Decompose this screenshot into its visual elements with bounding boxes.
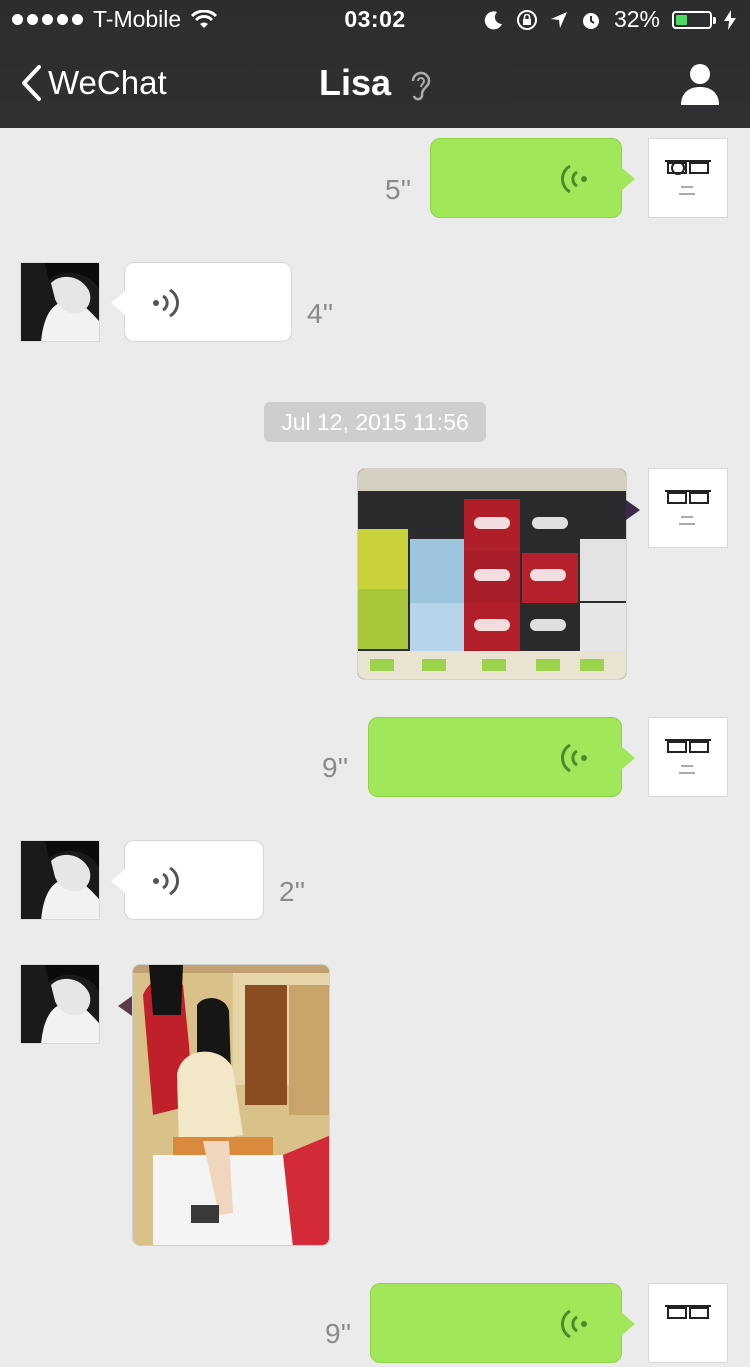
bubble-tail [626,500,640,520]
battery-percent: 32% [613,6,660,32]
voice-duration: 9'' [325,1318,352,1349]
moon-icon [484,10,502,29]
voice-duration: 9'' [322,752,349,783]
voice-wave-icon [560,743,587,773]
location-arrow-icon [550,11,567,28]
my-avatar[interactable] [648,1283,728,1363]
image-message[interactable] [357,468,627,680]
voice-message-bubble[interactable] [368,717,635,797]
nav-bar: WeChat Lisa [0,40,750,128]
battery-icon [672,10,716,29]
contact-photo [21,841,99,919]
timestamp-divider: Jul 12, 2015 11:56 [264,402,486,442]
my-avatar[interactable] [648,138,728,218]
image-message[interactable] [132,964,330,1246]
glasses-face-icon [665,739,711,774]
bubble-tail [118,996,132,1016]
voice-duration: 2'' [279,876,306,907]
glasses-face-icon [665,160,711,195]
alarm-icon [582,12,599,29]
contact-avatar[interactable] [20,964,100,1044]
my-avatar[interactable] [648,468,728,548]
voice-message-bubble[interactable] [430,138,635,218]
voice-duration: 4'' [307,298,334,329]
voice-wave-icon [560,1309,587,1339]
voice-wave-icon [153,288,180,318]
voice-message-bubble[interactable] [111,840,264,920]
voice-wave-icon [153,866,180,896]
status-bar: T-Mobile 03:02 32% [0,0,750,40]
contact-name: Lisa [318,62,392,103]
top-bar: T-Mobile 03:02 32% WeChat Lisa [0,0,750,128]
voice-message-bubble[interactable] [111,262,292,342]
contact-photo [21,263,99,341]
foot-spa-photo [133,965,329,1245]
rotation-lock-icon [516,9,537,30]
ear-icon [411,72,431,101]
contact-avatar[interactable] [20,840,100,920]
charging-bolt-icon [724,9,736,30]
glasses-face-icon [665,1305,711,1319]
contact-photo [21,965,99,1043]
my-avatar[interactable] [648,717,728,797]
soda-shelf-photo [358,469,626,679]
contact-avatar[interactable] [20,262,100,342]
profile-icon[interactable] [680,62,720,106]
voice-duration: 5'' [385,174,412,205]
voice-wave-icon [560,164,587,194]
voice-message-bubble[interactable] [370,1283,635,1363]
chat-title: Lisa [0,62,750,104]
glasses-face-icon [665,490,711,525]
